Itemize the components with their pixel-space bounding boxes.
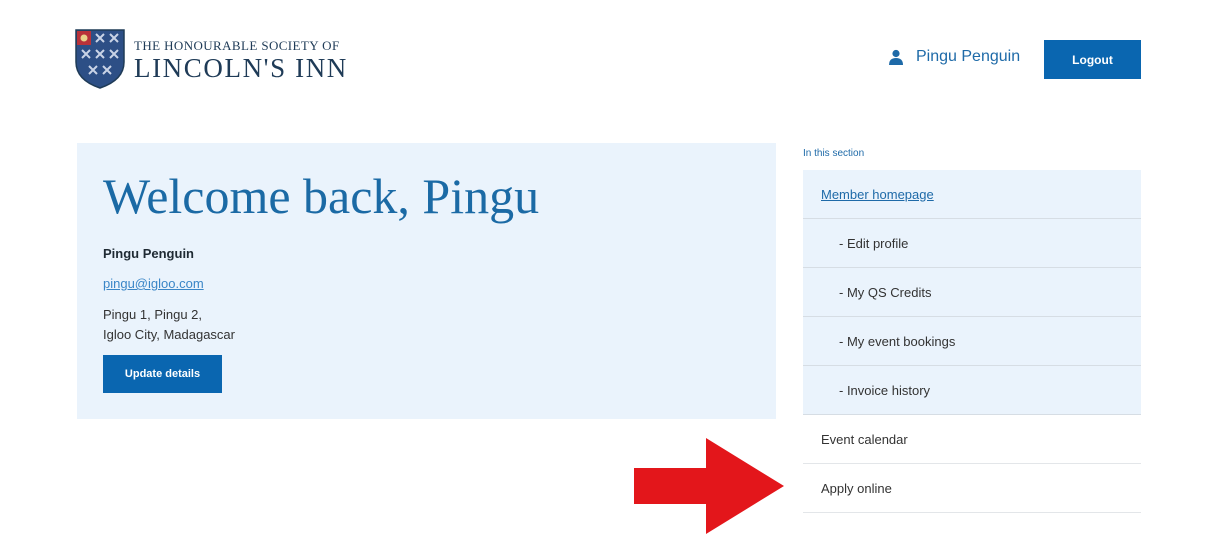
- site-logo[interactable]: THE HONOURABLE SOCIETY OF LINCOLN'S INN: [74, 28, 348, 90]
- section-nav: Member homepage - Edit profile - My QS C…: [803, 170, 1141, 513]
- nav-item-member-homepage[interactable]: Member homepage: [803, 170, 1141, 219]
- address-line-1: Pingu 1, Pingu 2,: [103, 307, 203, 322]
- update-details-button[interactable]: Update details: [103, 355, 222, 393]
- nav-item-event-calendar[interactable]: Event calendar: [803, 415, 1141, 464]
- nav-item-qs-credits[interactable]: - My QS Credits: [803, 268, 1141, 317]
- logo-subtitle: THE HONOURABLE SOCIETY OF: [134, 38, 340, 53]
- member-email-link[interactable]: pingu@igloo.com: [103, 276, 204, 291]
- nav-item-edit-profile[interactable]: - Edit profile: [803, 219, 1141, 268]
- logo-title: LINCOLN'S INN: [134, 53, 348, 83]
- user-account-link[interactable]: Pingu Penguin: [888, 48, 1020, 66]
- section-label: In this section: [803, 148, 865, 159]
- page-title: Welcome back, Pingu: [103, 168, 540, 224]
- member-address: Pingu 1, Pingu 2, Igloo City, Madagascar: [103, 305, 235, 345]
- nav-item-invoice-history[interactable]: - Invoice history: [803, 366, 1141, 415]
- nav-item-apply-online[interactable]: Apply online: [803, 464, 1141, 513]
- address-line-2: Igloo City, Madagascar: [103, 327, 235, 342]
- nav-item-event-bookings[interactable]: - My event bookings: [803, 317, 1141, 366]
- user-icon: [889, 49, 903, 65]
- crest-icon: [75, 29, 125, 89]
- red-arrow-icon: [634, 438, 784, 534]
- user-name: Pingu Penguin: [916, 48, 1021, 65]
- member-name: Pingu Penguin: [103, 246, 194, 261]
- logout-button[interactable]: Logout: [1044, 40, 1141, 79]
- welcome-panel: Welcome back, Pingu Pingu Penguin pingu@…: [77, 143, 776, 419]
